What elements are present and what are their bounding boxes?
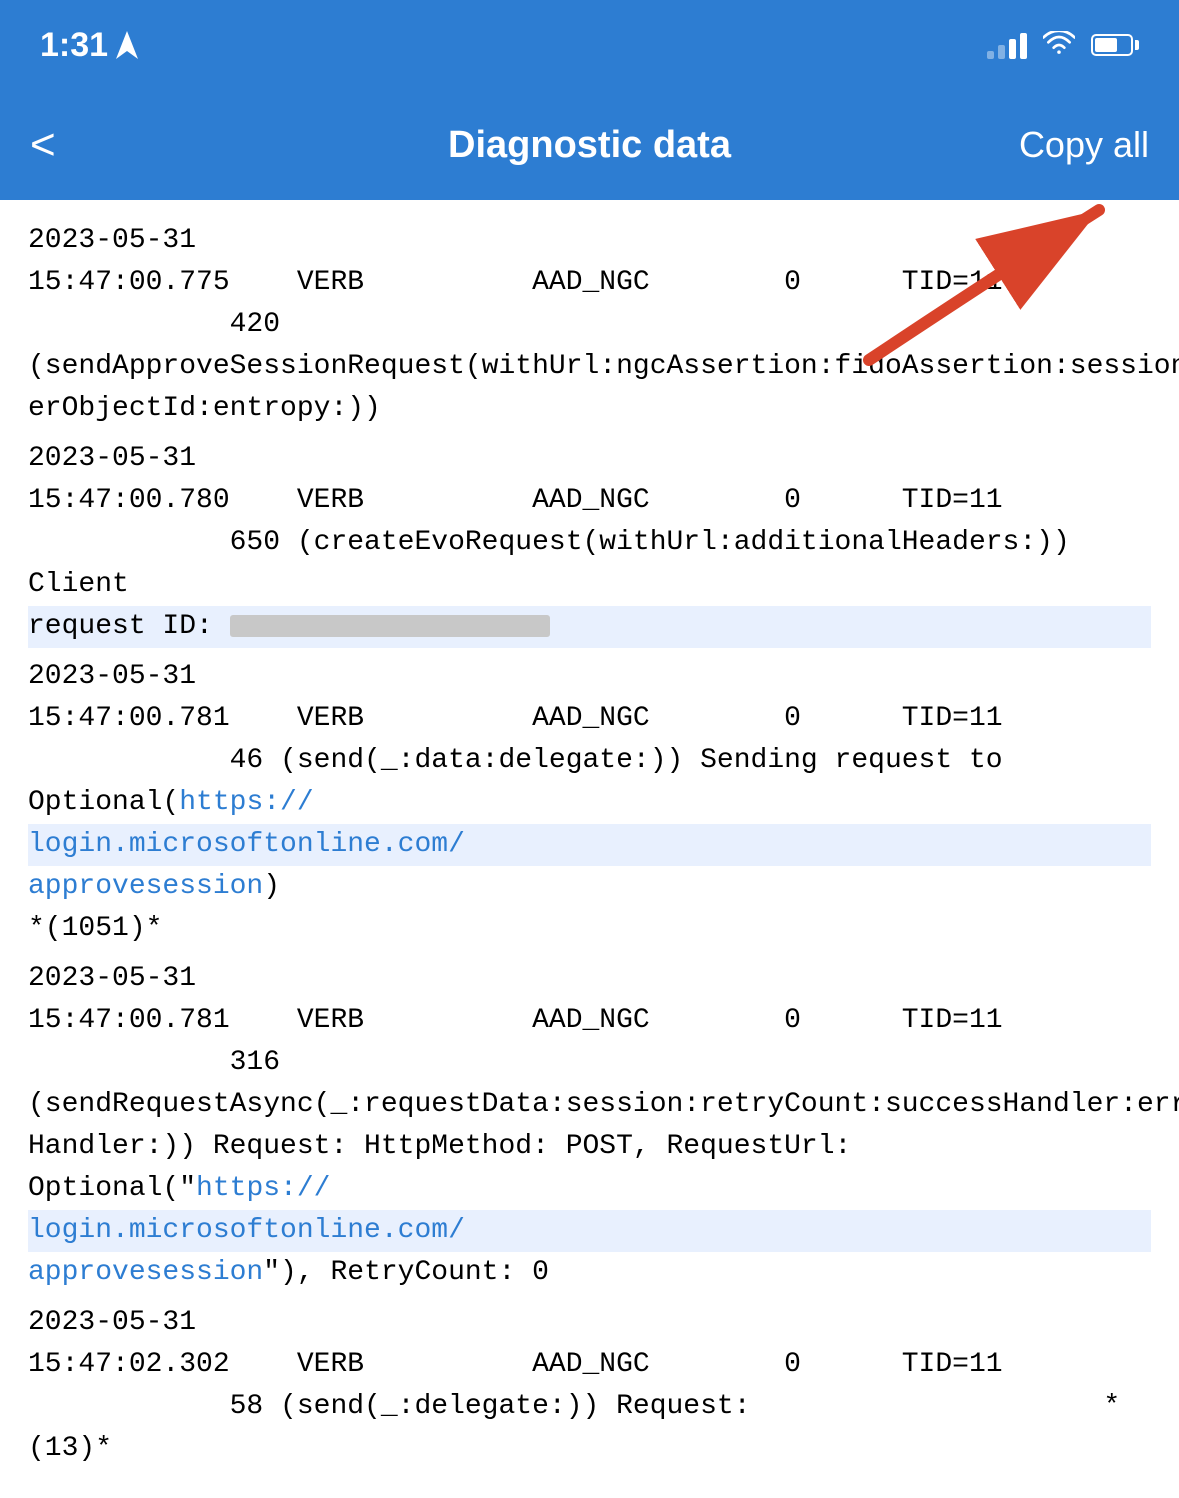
log-link[interactable]: login.microsoftonline.com/ bbox=[28, 1215, 465, 1246]
log-line: 2023-05-31 15:47:00.781 VERB AAD_NGC 0 T… bbox=[28, 958, 1151, 1042]
log-line: 58 (send(_:delegate:)) Request: *(13)* bbox=[28, 1386, 1151, 1470]
battery-icon bbox=[1091, 34, 1139, 56]
log-line: 420 bbox=[28, 304, 1151, 346]
log-entry: 2023-05-31 15:47:02.302 VERB AAD_NGC 0 T… bbox=[28, 1302, 1151, 1470]
log-line: 2023-05-31 15:47:00.780 VERB AAD_NGC 0 T… bbox=[28, 438, 1151, 522]
log-entry: 2023-05-31 15:47:00.775 VERB AAD_NGC 0 T… bbox=[28, 220, 1151, 430]
log-line: 650 (createEvoRequest(withUrl:additional… bbox=[28, 522, 1151, 606]
log-link[interactable]: approvesession bbox=[28, 871, 263, 902]
signal-bar-3 bbox=[1009, 39, 1016, 59]
time-display: 1:31 bbox=[40, 26, 108, 65]
log-line: Handler:)) Request: HttpMethod: POST, Re… bbox=[28, 1126, 1151, 1210]
redacted-value bbox=[230, 615, 550, 637]
status-icons bbox=[987, 31, 1139, 59]
back-button[interactable]: < bbox=[30, 113, 76, 177]
signal-bar-4 bbox=[1020, 33, 1027, 59]
log-line: login.microsoftonline.com/ /oauth2/ bbox=[28, 1210, 1151, 1252]
log-line: (sendApproveSessionRequest(withUrl:ngcAs… bbox=[28, 346, 1151, 388]
log-line: 46 (send(_:data:delegate:)) Sending requ… bbox=[28, 740, 1151, 824]
log-line: login.microsoftonline.com/ /oauth2/ bbox=[28, 824, 1151, 866]
diagnostic-content: 2023-05-31 15:47:00.775 VERB AAD_NGC 0 T… bbox=[0, 200, 1179, 1498]
status-bar: 1:31 bbox=[0, 0, 1179, 90]
log-line: 2023-05-31 15:47:02.302 VERB AAD_NGC 0 T… bbox=[28, 1302, 1151, 1386]
signal-bars bbox=[987, 31, 1027, 59]
log-line: (sendRequestAsync(_:requestData:session:… bbox=[28, 1084, 1151, 1126]
log-link[interactable]: https:// bbox=[179, 787, 313, 818]
signal-bar-1 bbox=[987, 51, 994, 59]
log-line: 2023-05-31 15:47:00.781 VERB AAD_NGC 0 T… bbox=[28, 656, 1151, 740]
log-line: approvesession"), RetryCount: 0 bbox=[28, 1252, 1151, 1294]
log-line: approvesession) bbox=[28, 866, 1151, 908]
wifi-icon bbox=[1043, 31, 1075, 59]
navigation-bar: < Diagnostic data Copy all bbox=[0, 90, 1179, 200]
log-entry: 2023-05-31 15:47:00.781 VERB AAD_NGC 0 T… bbox=[28, 958, 1151, 1294]
log-line: 316 bbox=[28, 1042, 1151, 1084]
navigation-bar-container: < Diagnostic data Copy all bbox=[0, 90, 1179, 200]
log-line: request ID: bbox=[28, 606, 1151, 648]
location-icon bbox=[116, 31, 138, 59]
copy-all-button[interactable]: Copy all bbox=[999, 114, 1149, 176]
log-link[interactable]: https:// bbox=[196, 1173, 330, 1204]
log-line: erObjectId:entropy:)) bbox=[28, 388, 1151, 430]
page-title: Diagnostic data bbox=[448, 124, 731, 167]
log-link[interactable]: approvesession bbox=[28, 1257, 263, 1288]
log-entry: 2023-05-31 15:47:00.781 VERB AAD_NGC 0 T… bbox=[28, 656, 1151, 950]
log-link[interactable]: login.microsoftonline.com/ bbox=[28, 829, 465, 860]
signal-bar-2 bbox=[998, 45, 1005, 59]
log-entry: 2023-05-31 15:47:00.780 VERB AAD_NGC 0 T… bbox=[28, 438, 1151, 648]
log-line: 2023-05-31 15:47:00.775 VERB AAD_NGC 0 T… bbox=[28, 220, 1151, 304]
log-line: *(1051)* bbox=[28, 908, 1151, 950]
